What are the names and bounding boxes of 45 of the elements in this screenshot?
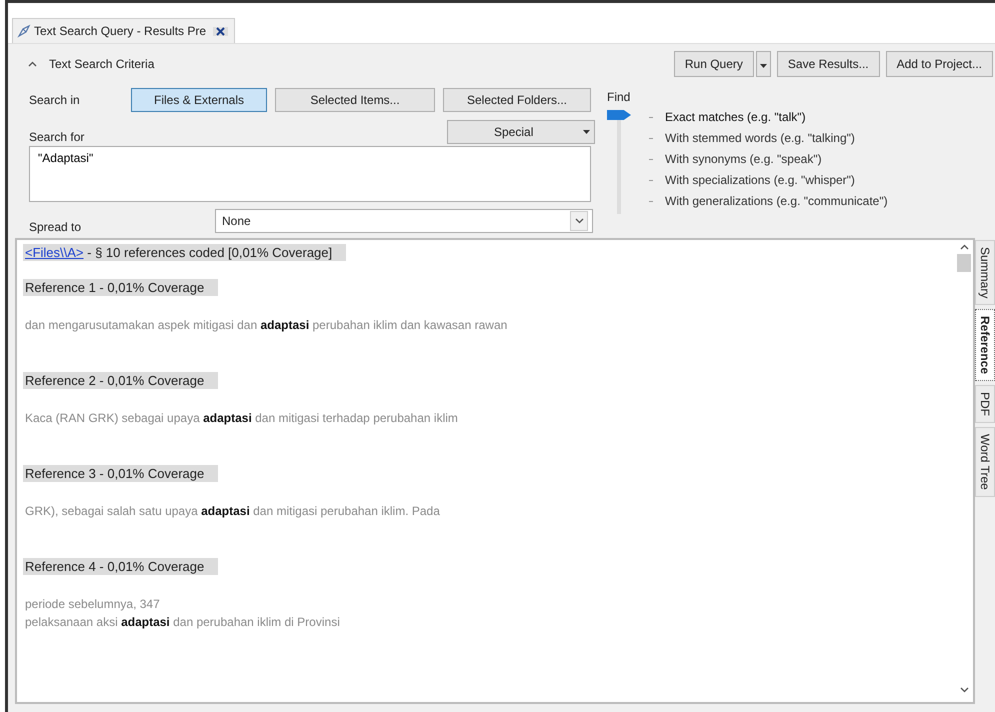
side-tab[interactable]: PDF: [975, 385, 995, 424]
find-option[interactable]: With generalizations (e.g. "communicate"): [665, 194, 888, 208]
reference-text: periode sebelumnya, 347: [24, 596, 161, 613]
find-option[interactable]: Exact matches (e.g. "talk"): [665, 110, 806, 124]
search-scope-button[interactable]: Selected Items...: [275, 88, 435, 112]
document-tab[interactable]: Text Search Query - Results Pre: [12, 18, 236, 43]
scroll-down-icon: [960, 687, 968, 693]
save-results-button[interactable]: Save Results...: [776, 51, 880, 77]
spread-to-dropdown[interactable]: None: [215, 209, 593, 233]
find-option[interactable]: With specializations (e.g. "whisper"): [665, 173, 855, 187]
reference-heading: Reference 3 - 0,01% Coverage: [23, 465, 218, 482]
search-in-label: Search in: [29, 93, 81, 107]
dropdown-arrow-icon: [583, 130, 590, 134]
search-scope-button[interactable]: Selected Folders...: [443, 88, 591, 112]
dropdown-caret-icon: [574, 218, 584, 224]
special-dropdown[interactable]: Special: [447, 120, 595, 144]
section-title: Text Search Criteria: [49, 57, 154, 71]
dropdown-arrow-icon: [760, 64, 767, 68]
reference-text: GRK), sebagai salah satu upaya adaptasi dan mitigasi perubahan iklim. Pada: [24, 503, 441, 520]
file-link[interactable]: <Files\\A>: [25, 245, 84, 260]
scrollbar-thumb[interactable]: [957, 254, 971, 272]
reference-heading: Reference 4 - 0,01% Coverage: [23, 558, 218, 575]
side-tab[interactable]: Reference: [975, 309, 995, 382]
run-query-button[interactable]: Run Query: [674, 51, 754, 77]
search-text-field[interactable]: "Adaptasi": [29, 146, 591, 202]
find-option[interactable]: With stemmed words (e.g. "talking"): [665, 131, 855, 145]
search-scope-button[interactable]: Files & Externals: [131, 88, 267, 112]
reference-text: Kaca (RAN GRK) sebagai upaya adaptasi dan mitigasi terhadap perubahan iklim: [24, 410, 459, 427]
document-tab-title: Text Search Query - Results Pre: [34, 24, 206, 38]
reference-text: pelaksanaan aksi adaptasi dan perubahan iklim di Provinsi: [24, 614, 341, 631]
add-to-project-button[interactable]: Add to Project...: [886, 51, 993, 77]
search-for-label: Search for: [29, 130, 86, 144]
close-icon[interactable]: [213, 26, 228, 36]
scroll-up-icon: [960, 244, 968, 250]
side-tab[interactable]: Word Tree: [975, 427, 995, 498]
coverage-summary: - § 10 references coded [0,01% Coverage]: [86, 245, 332, 260]
find-label: Find: [607, 90, 632, 104]
reference-heading: Reference 1 - 0,01% Coverage: [23, 279, 218, 296]
reference-text: dan mengarusutamakan aspek mitigasi dan adaptasi perubahan iklim dan kawasan rawan: [24, 317, 508, 334]
side-tab[interactable]: Summary: [975, 240, 995, 306]
slider-thumb[interactable]: [607, 110, 631, 120]
run-query-dropdown[interactable]: [756, 51, 771, 77]
spread-to-label: Spread to: [29, 220, 82, 234]
find-option[interactable]: With synonyms (e.g. "speak"): [665, 152, 822, 166]
reference-heading: Reference 2 - 0,01% Coverage: [23, 372, 218, 389]
